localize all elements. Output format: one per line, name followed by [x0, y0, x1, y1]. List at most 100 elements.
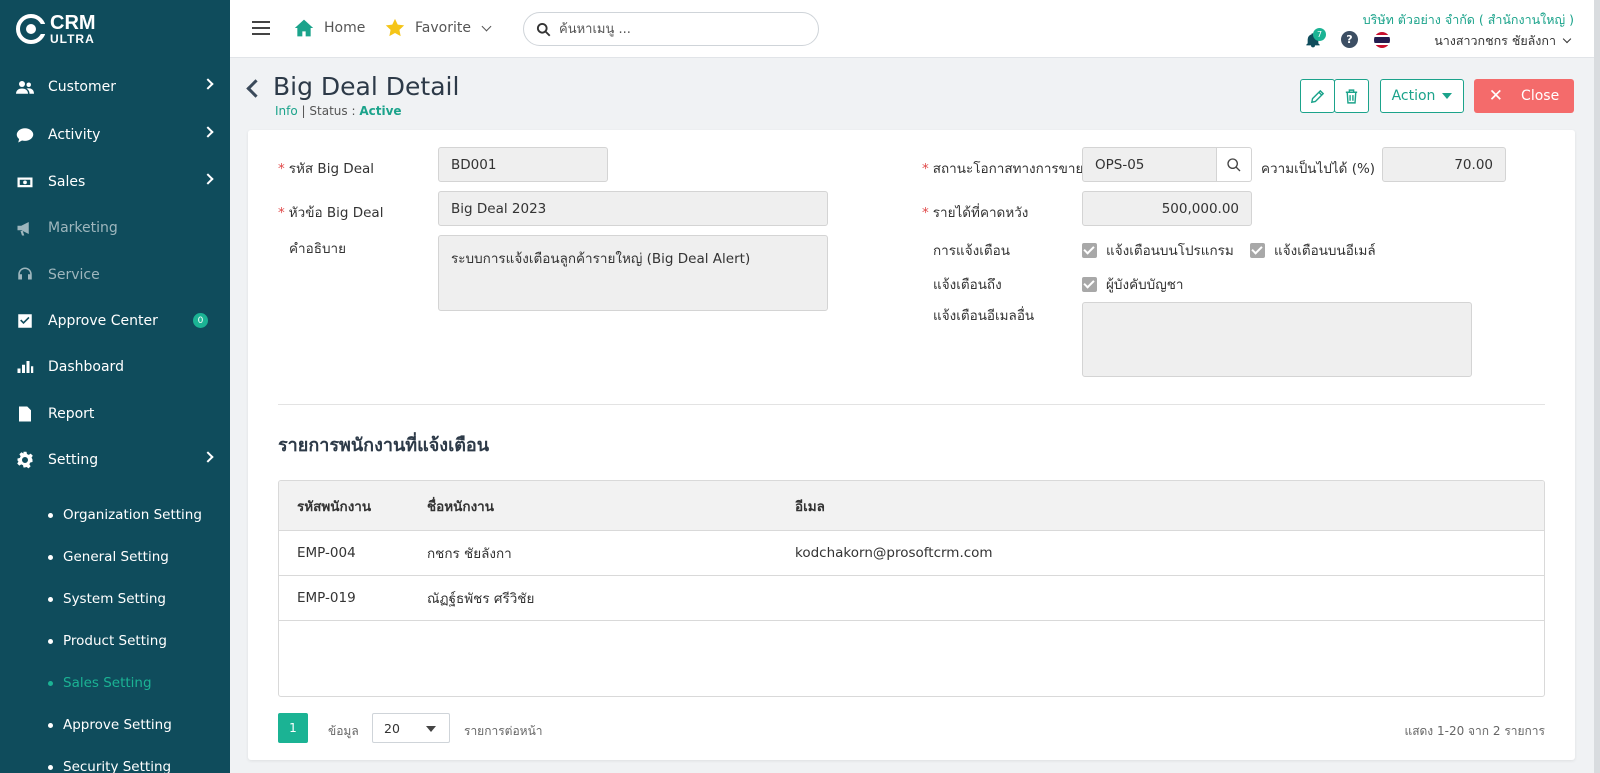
page-size-select[interactable]: 20	[372, 713, 450, 743]
expected-revenue-field[interactable]: 500,000.00	[1082, 191, 1252, 226]
action-dropdown-button[interactable]: Action	[1380, 79, 1464, 113]
thai-flag-icon[interactable]	[1374, 31, 1390, 48]
chat-icon	[16, 126, 34, 144]
table-row[interactable]: EMP-019 ณัฏฐ์ธพัชร ศรีวิชัย	[279, 576, 1544, 621]
sidebar-item-customer[interactable]: Customer	[0, 67, 230, 107]
crm-ultra-logo[interactable]: CRM ULTRA	[0, 0, 230, 58]
sidebar-item-service[interactable]: Service	[0, 255, 230, 295]
detail-card: * รหัส Big Deal BD001 * หัวข้อ Big Deal Bi…	[248, 130, 1575, 760]
probability-label: ความเป็นไปได้ (%)	[1261, 161, 1376, 177]
notify-program-checkbox[interactable]: แจ้งเตือนบนโปรแกรม	[1082, 239, 1234, 261]
employee-name-cell: ณัฏฐ์ธพัชร ศรีวิชัย	[427, 591, 535, 607]
notify-email-label: แจ้งเตือนบนอีเมล์	[1274, 243, 1376, 259]
logo-icon	[16, 14, 47, 44]
sidebar-item-setting[interactable]: Setting	[0, 440, 230, 480]
gear-icon	[16, 451, 34, 469]
page-size-value: 20	[384, 720, 400, 736]
sidebar-item-report[interactable]: Report	[0, 394, 230, 434]
code-label: * รหัส Big Deal	[278, 161, 375, 177]
search-icon	[1227, 157, 1241, 171]
sidebar-item-approve-center[interactable]: Approve Center 0	[0, 301, 230, 341]
sidebar-sub-product-setting[interactable]: Product Setting	[0, 626, 230, 656]
checkbox-checked-icon	[1082, 276, 1097, 292]
caret-down-icon	[426, 726, 436, 732]
subject-field[interactable]: Big Deal 2023	[438, 191, 828, 226]
sidebar-sub-general-setting[interactable]: General Setting	[0, 542, 230, 572]
sidebar-item-dashboard[interactable]: Dashboard	[0, 347, 230, 387]
code-field[interactable]: BD001	[438, 147, 608, 182]
sidebar-sub-organization-setting[interactable]: Organization Setting	[0, 500, 230, 530]
users-icon	[16, 78, 34, 96]
chevron-down-icon	[481, 21, 492, 31]
table-row[interactable]: EMP-004 กชกร ชัยลังกา kodchakorn@prosoft…	[279, 531, 1544, 576]
user-name: นางสาวกชกร ชัยลังกา	[1434, 33, 1556, 48]
action-label: Action	[1391, 88, 1436, 104]
pagination-page-1[interactable]: 1	[278, 713, 308, 743]
sidebar-sub-sales-setting[interactable]: Sales Setting	[0, 668, 230, 698]
opp-status-label: * สถานะโอกาสทางการขาย	[922, 161, 1084, 177]
chevron-right-icon	[202, 451, 214, 463]
help-icon[interactable]: ?	[1341, 31, 1358, 48]
sidebar-item-label: Service	[48, 267, 100, 283]
back-arrow-icon[interactable]	[246, 79, 265, 98]
close-label: Close	[1521, 88, 1560, 104]
sub-item-label: Sales Setting	[63, 675, 152, 691]
employee-table: รหัสพนักงาน ชื่อหนักงาน อีเมล EMP-004 กช…	[278, 480, 1545, 697]
notification-bell[interactable]: 7	[1305, 27, 1326, 48]
edit-button[interactable]	[1300, 79, 1335, 113]
status-label: | Status :	[301, 104, 356, 118]
approve-count-badge: 0	[193, 313, 208, 328]
megaphone-icon	[16, 219, 34, 237]
probability-field[interactable]: 70.00	[1382, 147, 1506, 182]
sidebar-item-marketing[interactable]: Marketing	[0, 208, 230, 248]
home-icon	[294, 19, 314, 37]
menu-search-box	[523, 12, 819, 46]
notify-email-checkbox[interactable]: แจ้งเตือนบนอีเมล์	[1250, 239, 1376, 261]
other-email-label: แจ้งเตือนอีเมลอื่น	[933, 308, 1035, 324]
page-scrollbar[interactable]	[1594, 0, 1600, 773]
column-header-email[interactable]: อีเมล	[795, 481, 825, 530]
sidebar-sub-system-setting[interactable]: System Setting	[0, 584, 230, 614]
close-icon: ✕	[1488, 86, 1504, 106]
sidebar-item-label: Approve Center	[48, 313, 158, 329]
user-menu[interactable]: นางสาวกชกร ชัยลังกา	[1434, 31, 1572, 51]
page-title: Big Deal Detail	[273, 72, 460, 101]
menu-search-input[interactable]	[559, 21, 789, 37]
description-field[interactable]: ระบบการแจ้งเตือนลูกค้ารายใหญ่ (Big Deal …	[438, 235, 828, 311]
sidebar-item-activity[interactable]: Activity	[0, 115, 230, 155]
home-link[interactable]: Home	[294, 18, 365, 38]
subject-label: * หัวข้อ Big Deal	[278, 205, 384, 221]
favorite-dropdown[interactable]: Favorite	[385, 18, 492, 38]
notify-supervisor-label: ผู้บังคับบัญชา	[1106, 277, 1184, 293]
chevron-right-icon	[202, 173, 214, 185]
delete-button[interactable]	[1334, 79, 1369, 113]
pencil-icon	[1310, 89, 1325, 103]
other-email-field[interactable]	[1082, 302, 1472, 377]
sidebar-item-sales[interactable]: Sales	[0, 162, 230, 202]
column-header-employee-code[interactable]: รหัสพนักงาน	[297, 481, 371, 530]
close-button[interactable]: ✕ Close	[1474, 79, 1574, 113]
sub-item-label: General Setting	[63, 549, 169, 565]
opp-status-search-button[interactable]	[1217, 147, 1252, 182]
hamburger-menu-icon[interactable]	[252, 21, 270, 35]
sidebar-item-label: Dashboard	[48, 359, 124, 375]
opp-status-field[interactable]: OPS-05	[1082, 147, 1217, 182]
logo-text-crm: CRM	[50, 12, 96, 34]
sidebar-sub-security-setting[interactable]: Security Setting	[0, 752, 230, 773]
column-header-employee-name[interactable]: ชื่อหนักงาน	[427, 481, 494, 530]
sidebar-item-label: Activity	[48, 127, 101, 143]
sub-item-label: Security Setting	[63, 759, 172, 773]
sub-item-label: Approve Setting	[63, 717, 172, 733]
table-header: รหัสพนักงาน ชื่อหนักงาน อีเมล	[279, 481, 1544, 531]
status-line: Info | Status : Active	[275, 104, 402, 118]
sidebar-sub-approve-setting[interactable]: Approve Setting	[0, 710, 230, 740]
pagination-data-label: ข้อมูล	[328, 724, 359, 738]
check-square-icon	[16, 312, 34, 330]
employee-code-cell: EMP-019	[297, 590, 356, 606]
notify-supervisor-checkbox[interactable]: ผู้บังคับบัญชา	[1082, 273, 1184, 295]
employee-code-cell: EMP-004	[297, 545, 356, 561]
sub-item-label: Product Setting	[63, 633, 167, 649]
description-label: คำอธิบาย	[289, 241, 347, 257]
sidebar-item-label: Report	[48, 406, 95, 422]
notify-program-label: แจ้งเตือนบนโปรแกรม	[1106, 243, 1234, 259]
